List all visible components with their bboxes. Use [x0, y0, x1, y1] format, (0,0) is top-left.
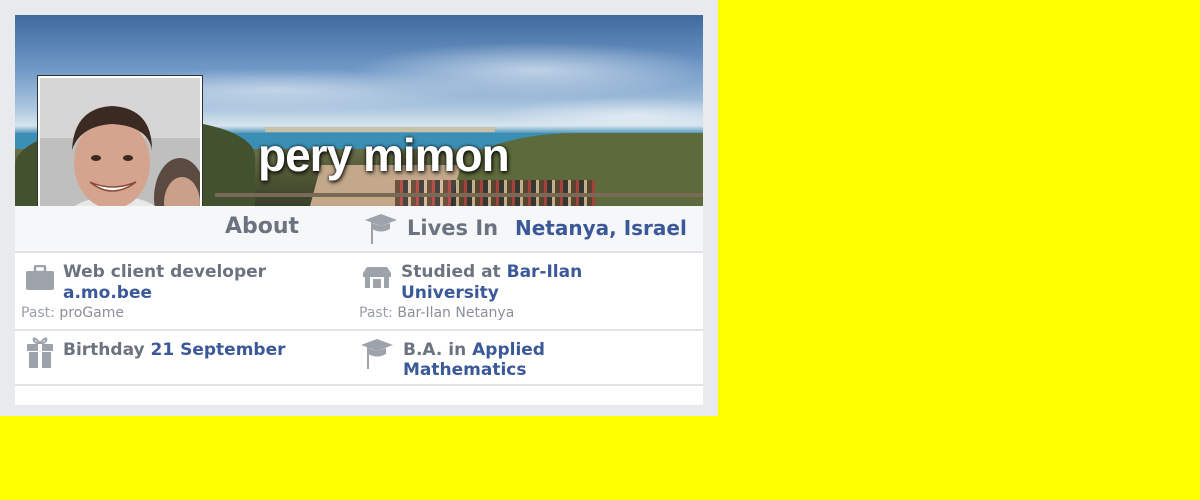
lives-in-label: Lives In	[407, 216, 499, 240]
birthday-label: Birthday	[63, 340, 145, 360]
briefcase-icon	[25, 264, 55, 295]
profile-name[interactable]: pery mimon	[258, 127, 510, 183]
home-cap-icon	[363, 212, 399, 250]
about-header: About Lives In Netanya, Israel	[15, 206, 703, 253]
cover-railing	[215, 193, 703, 197]
about-tab[interactable]: About	[225, 214, 299, 239]
graduation-cap-icon	[359, 337, 395, 375]
profile-card: pery mimon About Lives In Netanya, Israe…	[0, 0, 718, 416]
empty-row	[15, 386, 703, 405]
school-name-line2[interactable]: University	[401, 283, 499, 303]
school-icon	[361, 265, 393, 293]
lives-in-link[interactable]: Netanya, Israel	[515, 216, 687, 240]
degree-field-line1[interactable]: Applied	[472, 340, 545, 360]
work-title: Web client developer	[63, 262, 267, 282]
work-past-value[interactable]: proGame	[59, 305, 124, 321]
degree-field-line2[interactable]: Mathematics	[403, 360, 526, 380]
education-past-value[interactable]: Bar-Ilan Netanya	[397, 305, 514, 321]
work-company-link[interactable]: a.mo.bee	[63, 283, 152, 303]
education-past-label: Past:	[359, 305, 393, 321]
degree-prefix: B.A. in	[403, 340, 467, 360]
school-name-line1[interactable]: Bar-Ilan	[507, 262, 583, 282]
birthday-value: 21 September	[150, 340, 286, 360]
birthday-degree-row: Birthday 21 September B.A. in Applied Ma…	[15, 331, 703, 386]
work-past-label: Past:	[21, 305, 55, 321]
studied-at-label: Studied at	[401, 262, 501, 282]
gift-icon	[26, 335, 54, 373]
work-education-row: Web client developer a.mo.bee Past: proG…	[15, 253, 703, 331]
